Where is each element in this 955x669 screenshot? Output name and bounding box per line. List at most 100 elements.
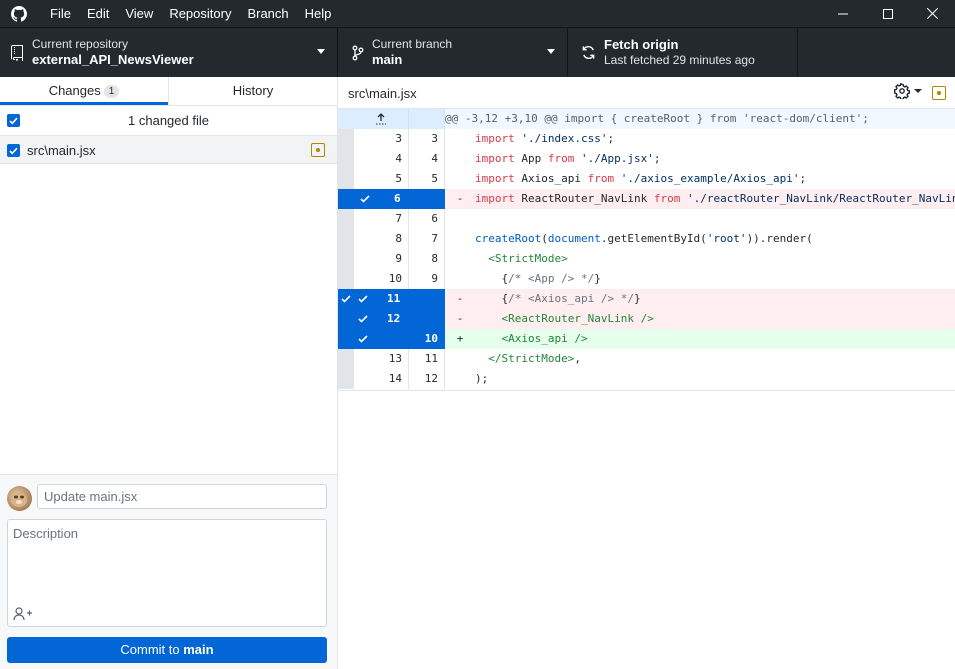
menu-bar: File Edit View Repository Branch Help bbox=[38, 0, 339, 27]
old-line-number[interactable]: 9 bbox=[354, 249, 409, 269]
old-line-number[interactable]: 3 bbox=[354, 129, 409, 149]
line-select-toggle[interactable]: 6 bbox=[354, 189, 409, 209]
new-line-number[interactable]: 11 bbox=[409, 349, 445, 369]
diff-file-path: src\main.jsx bbox=[348, 86, 417, 101]
menu-help[interactable]: Help bbox=[297, 0, 340, 27]
close-button[interactable] bbox=[910, 0, 955, 27]
commit-description-input[interactable] bbox=[8, 520, 326, 600]
chevron-down-icon bbox=[547, 49, 555, 54]
line-select-toggle[interactable] bbox=[354, 329, 409, 349]
diff-line[interactable]: 5 5 import Axios_api from './axios_examp… bbox=[338, 169, 955, 189]
diff-line-deleted[interactable]: 11 - {/* <Axios_api /> */} bbox=[338, 289, 955, 309]
github-mark-icon bbox=[0, 0, 38, 27]
checkmark-icon bbox=[360, 195, 370, 203]
checkmark-icon bbox=[358, 295, 368, 303]
menu-branch[interactable]: Branch bbox=[239, 0, 296, 27]
diff-line[interactable]: 7 6 bbox=[338, 209, 955, 229]
diff-line[interactable]: 10 9 {/* <App /> */} bbox=[338, 269, 955, 289]
old-line-number: 12 bbox=[387, 312, 401, 325]
diff-line[interactable]: 9 8 <StrictMode> bbox=[338, 249, 955, 269]
code-line: <ReactRouter_NavLink /> bbox=[501, 312, 654, 325]
file-include-checkbox[interactable] bbox=[7, 144, 20, 157]
code-line: import Axios_api from './axios_example/A… bbox=[475, 172, 807, 185]
tab-changes[interactable]: Changes 1 bbox=[0, 77, 168, 105]
commit-panel: Commit to main bbox=[0, 474, 337, 669]
fetch-status: Last fetched 29 minutes ago bbox=[604, 53, 755, 67]
sidebar-tabs: Changes 1 History bbox=[0, 77, 337, 106]
diff-line[interactable]: 8 7 createRoot(document.getElementById('… bbox=[338, 229, 955, 249]
commit-description-box bbox=[7, 519, 327, 627]
hunk-header-text: @@ -3,12 +3,10 @@ import { createRoot } … bbox=[445, 112, 869, 125]
old-line-number[interactable]: 13 bbox=[354, 349, 409, 369]
commit-button-prefix: Commit to bbox=[120, 642, 180, 657]
new-line-number[interactable]: 12 bbox=[409, 369, 445, 389]
new-line-number[interactable]: 8 bbox=[409, 249, 445, 269]
minimize-icon bbox=[837, 13, 848, 14]
tab-history-label: History bbox=[232, 83, 274, 98]
menu-edit[interactable]: Edit bbox=[79, 0, 117, 27]
fetch-origin-button[interactable]: Fetch origin Last fetched 29 minutes ago bbox=[568, 28, 798, 77]
git-branch-icon bbox=[338, 45, 372, 61]
diff-panel: src\main.jsx @@ -3,12 +3,10 @@ import { … bbox=[338, 77, 955, 669]
new-line-number[interactable] bbox=[409, 309, 445, 329]
checkmark-icon bbox=[9, 117, 18, 124]
diff-marker bbox=[445, 349, 475, 369]
new-line-number[interactable] bbox=[409, 289, 445, 309]
diff-line[interactable]: 14 12 ); bbox=[338, 369, 955, 389]
line-group-toggle[interactable] bbox=[338, 289, 354, 309]
diff-line[interactable]: 3 3 import './index.css'; bbox=[338, 129, 955, 149]
person-add-icon[interactable] bbox=[13, 606, 33, 622]
new-line-number[interactable]: 4 bbox=[409, 149, 445, 169]
code-line: import ReactRouter_NavLink from './react… bbox=[475, 192, 955, 205]
select-all-checkbox[interactable] bbox=[7, 114, 20, 127]
old-line-number[interactable]: 7 bbox=[354, 209, 409, 229]
old-line-number[interactable]: 14 bbox=[354, 369, 409, 389]
diff-hunk-header: @@ -3,12 +3,10 @@ import { createRoot } … bbox=[338, 109, 955, 129]
expand-hunk-button[interactable] bbox=[354, 109, 409, 129]
menu-file[interactable]: File bbox=[42, 0, 79, 27]
old-line-number[interactable]: 4 bbox=[354, 149, 409, 169]
hunk-select-gutter[interactable] bbox=[338, 109, 354, 129]
commit-button[interactable]: Commit to main bbox=[7, 637, 327, 663]
new-line-number[interactable]: 6 bbox=[409, 209, 445, 229]
diff-line-deleted[interactable]: 12 - <ReactRouter_NavLink /> bbox=[338, 309, 955, 329]
new-line-number[interactable]: 10 bbox=[409, 329, 445, 349]
diff-line-added[interactable]: 10 + <Axios_api /> bbox=[338, 329, 955, 349]
diff-line-deleted[interactable]: 6 - import ReactRouter_NavLink from './r… bbox=[338, 189, 955, 209]
old-line-number: 11 bbox=[387, 292, 401, 305]
window-controls bbox=[820, 0, 955, 27]
diff-end-divider bbox=[338, 390, 955, 391]
chevron-down-icon bbox=[317, 49, 325, 54]
current-branch-button[interactable]: Current branch main bbox=[338, 28, 568, 77]
maximize-button[interactable] bbox=[865, 0, 910, 27]
diff-marker bbox=[445, 149, 475, 169]
new-line-number[interactable]: 7 bbox=[409, 229, 445, 249]
file-modified-icon bbox=[311, 143, 325, 157]
code-line: ); bbox=[475, 372, 489, 385]
old-line-number[interactable]: 8 bbox=[354, 229, 409, 249]
code-line: import App from './App.jsx'; bbox=[475, 152, 661, 165]
menu-view[interactable]: View bbox=[117, 0, 161, 27]
diff-settings-button[interactable] bbox=[894, 83, 923, 99]
line-select-toggle[interactable]: 12 bbox=[354, 309, 409, 329]
minimize-button[interactable] bbox=[820, 0, 865, 27]
commit-summary-input[interactable] bbox=[37, 484, 327, 509]
diff-line[interactable]: 4 4 import App from './App.jsx'; bbox=[338, 149, 955, 169]
tab-changes-label: Changes bbox=[48, 83, 101, 98]
new-line-number[interactable]: 5 bbox=[409, 169, 445, 189]
old-line-number[interactable]: 5 bbox=[354, 169, 409, 189]
menu-repository[interactable]: Repository bbox=[161, 0, 239, 27]
toolbar: Current repository external_API_NewsView… bbox=[0, 27, 955, 77]
tab-history[interactable]: History bbox=[168, 77, 337, 105]
old-line-number[interactable]: 10 bbox=[354, 269, 409, 289]
new-line-number[interactable]: 3 bbox=[409, 129, 445, 149]
code-line: <Axios_api /> bbox=[501, 332, 588, 345]
changed-file-row[interactable]: src\main.jsx bbox=[0, 136, 337, 164]
current-repository-button[interactable]: Current repository external_API_NewsView… bbox=[0, 28, 338, 77]
new-line-number[interactable] bbox=[409, 189, 445, 209]
line-select-toggle[interactable]: 11 bbox=[354, 289, 409, 309]
diff-line[interactable]: 13 11 </StrictMode>, bbox=[338, 349, 955, 369]
new-line-number[interactable]: 9 bbox=[409, 269, 445, 289]
avatar bbox=[7, 486, 32, 511]
